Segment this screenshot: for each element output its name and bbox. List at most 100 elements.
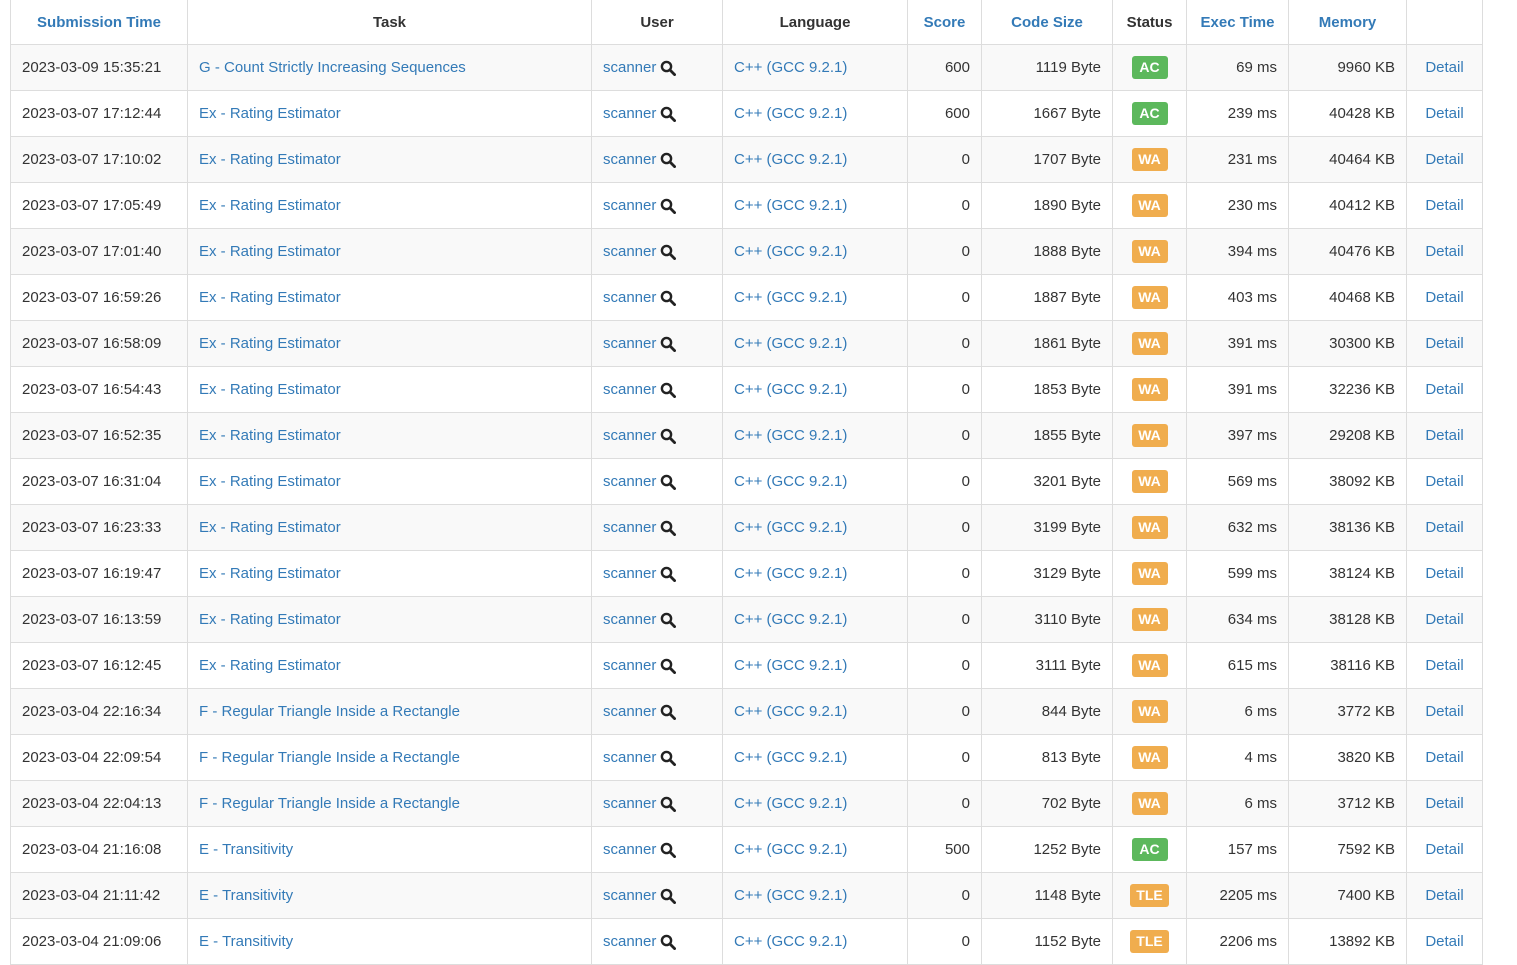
search-icon[interactable] <box>660 703 677 721</box>
language-link[interactable]: C++ (GCC 9.2.1) <box>734 151 847 168</box>
search-icon[interactable] <box>660 197 677 215</box>
detail-link[interactable]: Detail <box>1425 841 1463 858</box>
search-icon[interactable] <box>660 151 677 169</box>
search-icon[interactable] <box>660 243 677 261</box>
language-link[interactable]: C++ (GCC 9.2.1) <box>734 703 847 720</box>
search-icon[interactable] <box>660 335 677 353</box>
search-icon[interactable] <box>660 749 677 767</box>
language-link[interactable]: C++ (GCC 9.2.1) <box>734 565 847 582</box>
user-link[interactable]: scanner <box>603 59 656 76</box>
search-icon[interactable] <box>660 473 677 491</box>
user-link[interactable]: scanner <box>603 243 656 260</box>
task-link[interactable]: Ex - Rating Estimator <box>199 611 341 628</box>
detail-link[interactable]: Detail <box>1425 933 1463 950</box>
user-link[interactable]: scanner <box>603 427 656 444</box>
detail-link[interactable]: Detail <box>1425 289 1463 306</box>
language-link[interactable]: C++ (GCC 9.2.1) <box>734 197 847 214</box>
detail-link[interactable]: Detail <box>1425 795 1463 812</box>
user-link[interactable]: scanner <box>603 105 656 122</box>
detail-link[interactable]: Detail <box>1425 427 1463 444</box>
detail-link[interactable]: Detail <box>1425 887 1463 904</box>
user-link[interactable]: scanner <box>603 473 656 490</box>
detail-link[interactable]: Detail <box>1425 473 1463 490</box>
user-link[interactable]: scanner <box>603 657 656 674</box>
user-link[interactable]: scanner <box>603 565 656 582</box>
language-link[interactable]: C++ (GCC 9.2.1) <box>734 795 847 812</box>
search-icon[interactable] <box>660 611 677 629</box>
header-memory[interactable]: Memory <box>1288 0 1407 45</box>
task-link[interactable]: Ex - Rating Estimator <box>199 197 341 214</box>
language-link[interactable]: C++ (GCC 9.2.1) <box>734 243 847 260</box>
user-link[interactable]: scanner <box>603 749 656 766</box>
search-icon[interactable] <box>660 289 677 307</box>
task-link[interactable]: G - Count Strictly Increasing Sequences <box>199 59 466 76</box>
search-icon[interactable] <box>660 887 677 905</box>
header-exec-time[interactable]: Exec Time <box>1186 0 1289 45</box>
task-link[interactable]: Ex - Rating Estimator <box>199 657 341 674</box>
language-link[interactable]: C++ (GCC 9.2.1) <box>734 289 847 306</box>
task-link[interactable]: E - Transitivity <box>199 887 293 904</box>
user-link[interactable]: scanner <box>603 795 656 812</box>
detail-link[interactable]: Detail <box>1425 381 1463 398</box>
user-link[interactable]: scanner <box>603 887 656 904</box>
task-link[interactable]: F - Regular Triangle Inside a Rectangle <box>199 795 460 812</box>
language-link[interactable]: C++ (GCC 9.2.1) <box>734 933 847 950</box>
task-link[interactable]: F - Regular Triangle Inside a Rectangle <box>199 749 460 766</box>
search-icon[interactable] <box>660 59 677 77</box>
language-link[interactable]: C++ (GCC 9.2.1) <box>734 887 847 904</box>
task-link[interactable]: Ex - Rating Estimator <box>199 381 341 398</box>
task-link[interactable]: E - Transitivity <box>199 933 293 950</box>
detail-link[interactable]: Detail <box>1425 703 1463 720</box>
language-link[interactable]: C++ (GCC 9.2.1) <box>734 381 847 398</box>
user-link[interactable]: scanner <box>603 151 656 168</box>
detail-link[interactable]: Detail <box>1425 59 1463 76</box>
user-link[interactable]: scanner <box>603 381 656 398</box>
user-link[interactable]: scanner <box>603 611 656 628</box>
task-link[interactable]: F - Regular Triangle Inside a Rectangle <box>199 703 460 720</box>
search-icon[interactable] <box>660 795 677 813</box>
header-score[interactable]: Score <box>907 0 982 45</box>
search-icon[interactable] <box>660 427 677 445</box>
search-icon[interactable] <box>660 105 677 123</box>
detail-link[interactable]: Detail <box>1425 151 1463 168</box>
language-link[interactable]: C++ (GCC 9.2.1) <box>734 657 847 674</box>
task-link[interactable]: Ex - Rating Estimator <box>199 473 341 490</box>
language-link[interactable]: C++ (GCC 9.2.1) <box>734 427 847 444</box>
search-icon[interactable] <box>660 657 677 675</box>
language-link[interactable]: C++ (GCC 9.2.1) <box>734 749 847 766</box>
detail-link[interactable]: Detail <box>1425 197 1463 214</box>
language-link[interactable]: C++ (GCC 9.2.1) <box>734 611 847 628</box>
user-link[interactable]: scanner <box>603 289 656 306</box>
search-icon[interactable] <box>660 519 677 537</box>
search-icon[interactable] <box>660 933 677 951</box>
detail-link[interactable]: Detail <box>1425 519 1463 536</box>
detail-link[interactable]: Detail <box>1425 565 1463 582</box>
language-link[interactable]: C++ (GCC 9.2.1) <box>734 59 847 76</box>
task-link[interactable]: Ex - Rating Estimator <box>199 565 341 582</box>
task-link[interactable]: Ex - Rating Estimator <box>199 335 341 352</box>
search-icon[interactable] <box>660 381 677 399</box>
language-link[interactable]: C++ (GCC 9.2.1) <box>734 841 847 858</box>
user-link[interactable]: scanner <box>603 519 656 536</box>
search-icon[interactable] <box>660 841 677 859</box>
task-link[interactable]: Ex - Rating Estimator <box>199 427 341 444</box>
detail-link[interactable]: Detail <box>1425 611 1463 628</box>
user-link[interactable]: scanner <box>603 197 656 214</box>
detail-link[interactable]: Detail <box>1425 243 1463 260</box>
task-link[interactable]: Ex - Rating Estimator <box>199 243 341 260</box>
task-link[interactable]: Ex - Rating Estimator <box>199 289 341 306</box>
task-link[interactable]: E - Transitivity <box>199 841 293 858</box>
language-link[interactable]: C++ (GCC 9.2.1) <box>734 473 847 490</box>
task-link[interactable]: Ex - Rating Estimator <box>199 151 341 168</box>
detail-link[interactable]: Detail <box>1425 105 1463 122</box>
user-link[interactable]: scanner <box>603 841 656 858</box>
header-submission-time[interactable]: Submission Time <box>10 0 188 45</box>
language-link[interactable]: C++ (GCC 9.2.1) <box>734 335 847 352</box>
task-link[interactable]: Ex - Rating Estimator <box>199 105 341 122</box>
detail-link[interactable]: Detail <box>1425 657 1463 674</box>
language-link[interactable]: C++ (GCC 9.2.1) <box>734 519 847 536</box>
header-code-size[interactable]: Code Size <box>981 0 1113 45</box>
user-link[interactable]: scanner <box>603 933 656 950</box>
language-link[interactable]: C++ (GCC 9.2.1) <box>734 105 847 122</box>
search-icon[interactable] <box>660 565 677 583</box>
